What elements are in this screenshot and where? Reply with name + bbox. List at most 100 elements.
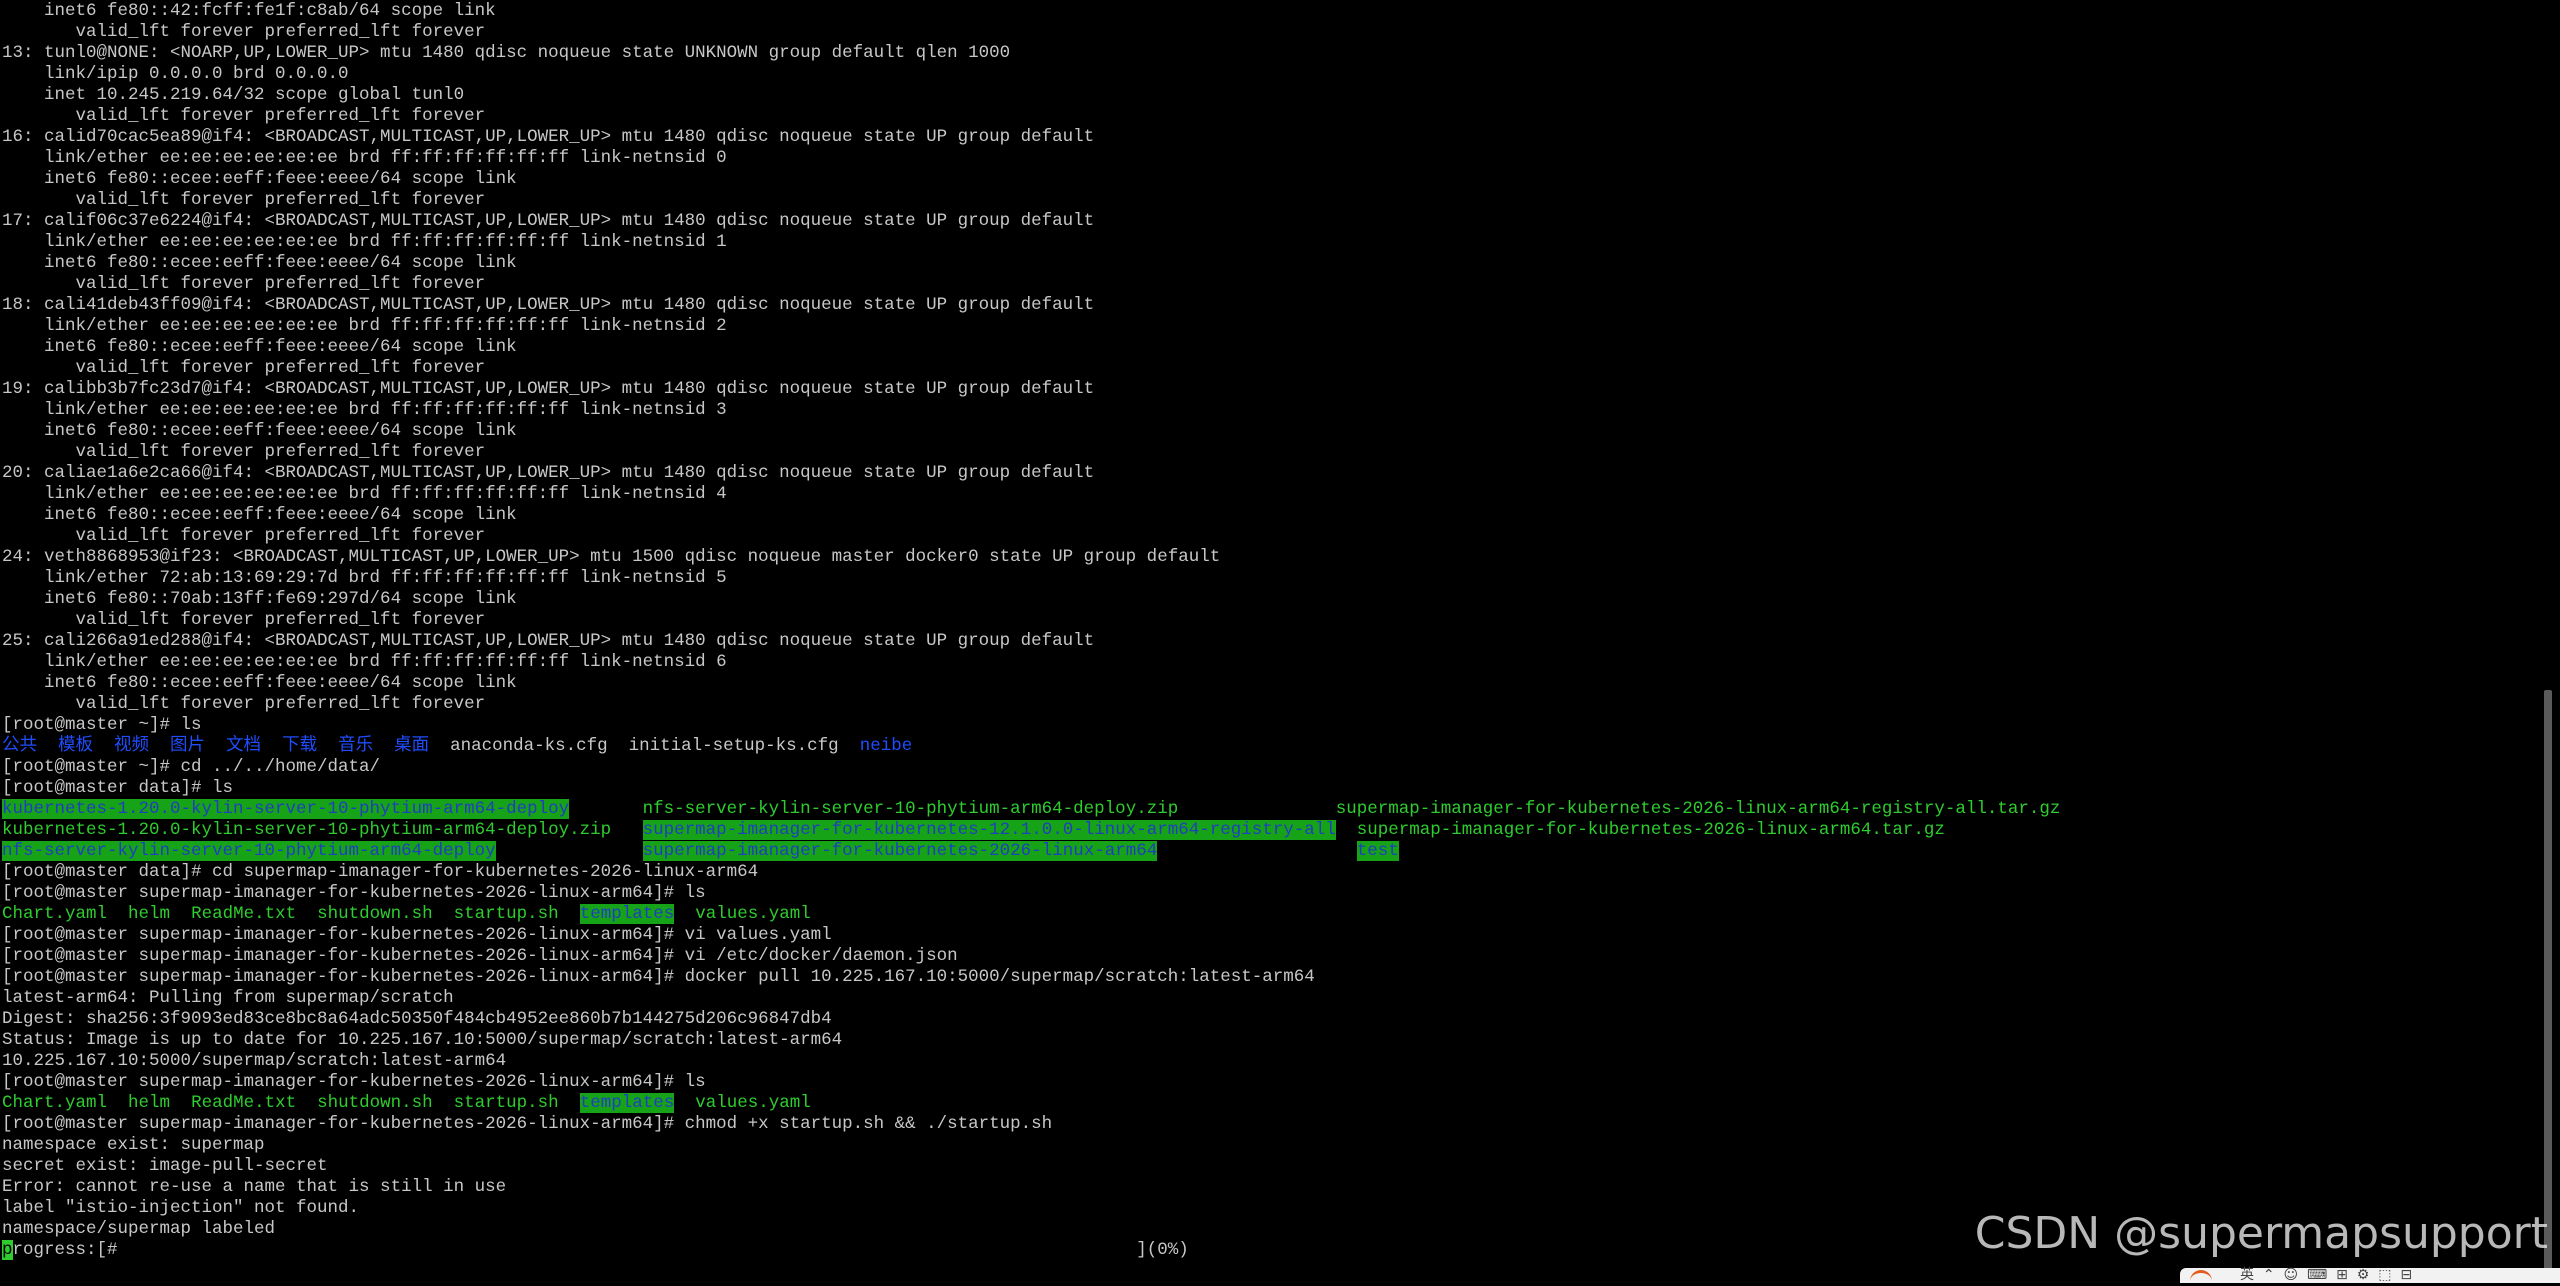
terminal-line: [root@master supermap-imanager-for-kuber… xyxy=(2,967,2060,988)
terminal-text: 13: tunl0@NONE: <NOARP,UP,LOWER_UP> mtu … xyxy=(2,43,1011,63)
terminal-text: [root@master supermap-imanager-for-kuber… xyxy=(2,967,1315,987)
terminal-line: inet6 fe80::ecee:eeff:feee:eeee/64 scope… xyxy=(2,253,2060,274)
terminal-text: 18: cali41deb43ff09@if4: <BROADCAST,MULT… xyxy=(2,295,1095,315)
terminal-line: 13: tunl0@NONE: <NOARP,UP,LOWER_UP> mtu … xyxy=(2,43,2060,64)
terminal-text: supermap-imanager-for-kubernetes-2026-li… xyxy=(1356,820,1945,840)
terminal-line: Error: cannot re-use a name that is stil… xyxy=(2,1177,2060,1198)
terminal-text: Status: Image is up to date for 10.225.1… xyxy=(2,1030,843,1050)
terminal-line: link/ether ee:ee:ee:ee:ee:ee brd ff:ff:f… xyxy=(2,400,2060,421)
terminal-line: inet 10.245.219.64/32 scope global tunl0 xyxy=(2,85,2060,106)
terminal-line: 17: calif06c37e6224@if4: <BROADCAST,MULT… xyxy=(2,211,2060,232)
watermark: CSDN @supermapsupport xyxy=(1974,1208,2548,1259)
sogou-input-icon[interactable] xyxy=(2190,1270,2212,1286)
terminal-window[interactable]: inet6 fe80::42:fcff:fe1f:c8ab/64 scope l… xyxy=(0,0,2536,1283)
terminal-text: supermap-imanager-for-kubernetes-2026-li… xyxy=(1335,799,2061,819)
terminal-line: link/ether ee:ee:ee:ee:ee:ee brd ff:ff:f… xyxy=(2,316,2060,337)
terminal-text: templates xyxy=(579,1093,675,1113)
terminal-text: inet6 fe80::70ab:13ff:fe69:297d/64 scope… xyxy=(2,589,517,609)
terminal-text: valid_lft forever preferred_lft forever xyxy=(2,190,486,210)
terminal-line: secret exist: image-pull-secret xyxy=(2,1156,2060,1177)
terminal-line: valid_lft forever preferred_lft forever xyxy=(2,22,2060,43)
terminal-line: valid_lft forever preferred_lft forever xyxy=(2,106,2060,127)
terminal-line: progress:[# ](0%) xyxy=(2,1240,2060,1261)
terminal-line: 公共 模板 视频 图片 文档 下载 音乐 桌面 anaconda-ks.cfg … xyxy=(2,736,2060,757)
terminal-text: shutdown.sh xyxy=(317,1093,433,1113)
terminal-text: startup.sh xyxy=(453,904,559,924)
terminal-text: Digest: sha256:3f9093ed83ce8bc8a64adc503… xyxy=(2,1009,832,1029)
terminal-text: kubernetes-1.20.0-kylin-server-10-phytiu… xyxy=(2,799,570,819)
terminal-text: templates xyxy=(579,904,675,924)
terminal-text: label "istio-injection" not found. xyxy=(2,1198,360,1218)
terminal-text: 17: calif06c37e6224@if4: <BROADCAST,MULT… xyxy=(2,211,1095,231)
terminal-text: 桌面 xyxy=(394,736,430,756)
terminal-line: inet6 fe80::42:fcff:fe1f:c8ab/64 scope l… xyxy=(2,1,2060,22)
terminal-text: 文档 xyxy=(226,736,262,756)
terminal-line: namespace/supermap labeled xyxy=(2,1219,2060,1240)
terminal-line: link/ipip 0.0.0.0 brd 0.0.0.0 xyxy=(2,64,2060,85)
terminal-line: inet6 fe80::ecee:eeff:feee:eeee/64 scope… xyxy=(2,505,2060,526)
terminal-line: [root@master data]# cd supermap-imanager… xyxy=(2,862,2060,883)
terminal-text: valid_lft forever preferred_lft forever xyxy=(2,442,486,462)
ime-toolbar-icons[interactable]: 英 ⌃ ☺ ⌨ ⊞ ⚙ ⬚ ⊟ xyxy=(2240,1268,2412,1283)
terminal-text: ReadMe.txt xyxy=(191,1093,297,1113)
terminal-line: [root@master supermap-imanager-for-kuber… xyxy=(2,883,2060,904)
terminal-line: 25: cali266a91ed288@if4: <BROADCAST,MULT… xyxy=(2,631,2060,652)
terminal-text: [root@master supermap-imanager-for-kuber… xyxy=(2,883,706,903)
terminal-line: [root@master supermap-imanager-for-kuber… xyxy=(2,946,2060,967)
terminal-text: 音乐 xyxy=(338,736,374,756)
terminal-line: valid_lft forever preferred_lft forever xyxy=(2,610,2060,631)
terminal-text: 16: calid70cac5ea89@if4: <BROADCAST,MULT… xyxy=(2,127,1095,147)
terminal-text: 下载 xyxy=(282,736,318,756)
terminal-text: 视频 xyxy=(114,736,150,756)
scrollbar-thumb[interactable] xyxy=(2544,690,2552,1283)
terminal-line: inet6 fe80::ecee:eeff:feee:eeee/64 scope… xyxy=(2,421,2060,442)
terminal-line: [root@master ~]# ls xyxy=(2,715,2060,736)
terminal-text: neibe xyxy=(859,736,913,756)
terminal-output: inet6 fe80::42:fcff:fe1f:c8ab/64 scope l… xyxy=(2,1,2060,1261)
terminal-line: latest-arm64: Pulling from supermap/scra… xyxy=(2,988,2060,1009)
terminal-text: kubernetes-1.20.0-kylin-server-10-phytiu… xyxy=(2,820,612,840)
terminal-line: valid_lft forever preferred_lft forever xyxy=(2,190,2060,211)
terminal-line: [root@master supermap-imanager-for-kuber… xyxy=(2,1072,2060,1093)
terminal-text: inet6 fe80::ecee:eeff:feee:eeee/64 scope… xyxy=(2,673,517,693)
terminal-text: inet6 fe80::42:fcff:fe1f:c8ab/64 scope l… xyxy=(2,1,496,21)
terminal-text: valid_lft forever preferred_lft forever xyxy=(2,106,486,126)
terminal-text: link/ether ee:ee:ee:ee:ee:ee brd ff:ff:f… xyxy=(2,652,727,672)
terminal-text: [root@master data]# ls xyxy=(2,778,234,798)
terminal-line: valid_lft forever preferred_lft forever xyxy=(2,694,2060,715)
terminal-text: test xyxy=(1356,841,1399,861)
terminal-text: inet 10.245.219.64/32 scope global tunl0 xyxy=(2,85,465,105)
terminal-text: link/ipip 0.0.0.0 brd 0.0.0.0 xyxy=(2,64,349,84)
terminal-line: Status: Image is up to date for 10.225.1… xyxy=(2,1030,2060,1051)
terminal-text: inet6 fe80::ecee:eeff:feee:eeee/64 scope… xyxy=(2,253,517,273)
terminal-text: helm xyxy=(128,904,171,924)
terminal-line: Chart.yaml helm ReadMe.txt shutdown.sh s… xyxy=(2,904,2060,925)
terminal-line: link/ether ee:ee:ee:ee:ee:ee brd ff:ff:f… xyxy=(2,148,2060,169)
terminal-text: 公共 xyxy=(2,736,37,756)
terminal-text: link/ether ee:ee:ee:ee:ee:ee brd ff:ff:f… xyxy=(2,232,727,252)
terminal-text: values.yaml xyxy=(695,904,811,924)
terminal-text: shutdown.sh xyxy=(317,904,433,924)
terminal-line: 18: cali41deb43ff09@if4: <BROADCAST,MULT… xyxy=(2,295,2060,316)
terminal-text: anaconda-ks.cfg initial-setup-ks.cfg xyxy=(429,736,860,756)
terminal-text: ReadMe.txt xyxy=(191,904,297,924)
terminal-line: valid_lft forever preferred_lft forever xyxy=(2,358,2060,379)
terminal-text: 19: calibb3b7fc23d7@if4: <BROADCAST,MULT… xyxy=(2,379,1095,399)
terminal-line: 10.225.167.10:5000/supermap/scratch:late… xyxy=(2,1051,2060,1072)
terminal-text: [root@master supermap-imanager-for-kuber… xyxy=(2,1072,706,1092)
ime-toolbar[interactable]: 英 ⌃ ☺ ⌨ ⊞ ⚙ ⬚ ⊟ xyxy=(2180,1268,2560,1283)
terminal-text: valid_lft forever preferred_lft forever xyxy=(2,610,486,630)
scrollbar[interactable] xyxy=(2536,0,2560,1283)
terminal-text: [root@master data]# cd supermap-imanager… xyxy=(2,862,759,882)
